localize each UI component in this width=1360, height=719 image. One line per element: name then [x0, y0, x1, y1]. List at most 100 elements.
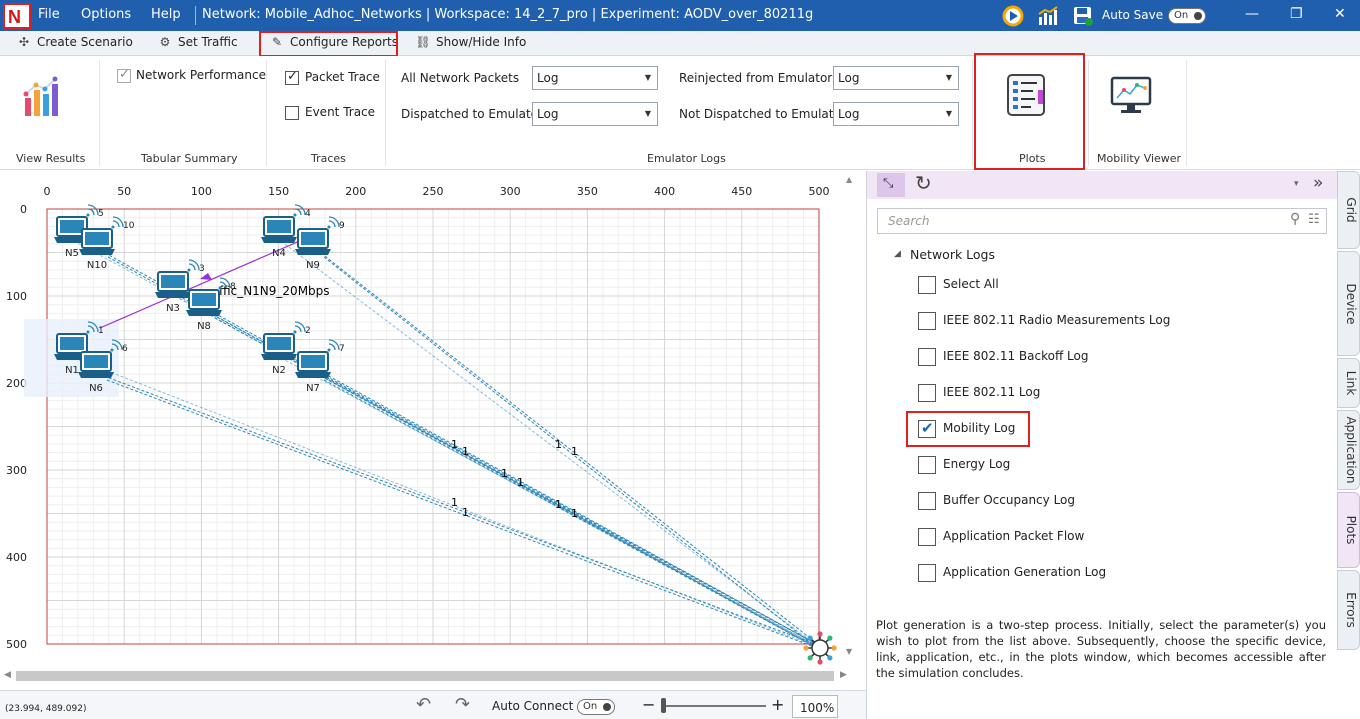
zoom-slider-handle[interactable]	[661, 698, 666, 713]
node-id-label: 9	[339, 221, 345, 231]
grid-surface[interactable]: 0 50 100 150 200 250 300 350 400 450 500 0 100 200 300…	[0, 171, 843, 667]
x-tick-label: 500	[809, 185, 830, 198]
search-icon[interactable]: ⚲	[1290, 211, 1300, 227]
traces-label: Traces	[311, 152, 346, 165]
list-cut-off-item	[918, 603, 1218, 608]
create-scenario-button[interactable]: ✣ Create Scenario	[16, 35, 133, 49]
menu-options[interactable]: Options	[81, 7, 131, 22]
view-results-icon[interactable]	[22, 76, 66, 120]
ribbon: View Results Network Performance Tabular…	[0, 56, 1360, 170]
tree-collapse-icon[interactable]: ◢	[894, 249, 901, 259]
auto-connect-toggle[interactable]: On	[577, 699, 615, 715]
log-item-checkbox[interactable]	[918, 384, 936, 402]
tab-application[interactable]: Application	[1337, 410, 1360, 490]
autosave-label: Auto Save	[1102, 8, 1164, 22]
x-tick-label: 150	[268, 185, 289, 198]
title-bar: N File Options Help Network: Mobile_Adho…	[0, 0, 1360, 31]
reinjected-from-emulator-select[interactable]: Log ▼	[833, 66, 959, 90]
laptop-node[interactable]	[295, 216, 340, 255]
collapse-button[interactable]: ⤡	[877, 173, 905, 197]
save-icon[interactable]	[1072, 5, 1094, 27]
minimize-icon[interactable]: —	[1245, 6, 1259, 22]
tab-grid[interactable]: Grid	[1337, 171, 1360, 249]
menu-file[interactable]: File	[38, 7, 60, 22]
y-tick-label: 500	[6, 638, 27, 651]
packet-trace-checkbox[interactable]	[285, 69, 299, 85]
canvas-vertical-scrollbar[interactable]: ▲ ▼	[843, 171, 859, 661]
refresh-icon[interactable]: ↻	[915, 171, 932, 195]
tab-errors[interactable]: Errors	[1337, 570, 1360, 650]
x-tick-label: 200	[345, 185, 366, 198]
link-label: 1	[462, 445, 469, 458]
zoom-in-icon[interactable]: +	[771, 695, 784, 714]
not-dispatched-to-emulator-select[interactable]: Log ▼	[833, 102, 959, 126]
link-label: 1	[555, 498, 562, 511]
log-item-checkbox[interactable]	[918, 528, 936, 546]
node-id-label: 2	[305, 326, 311, 336]
set-traffic-button[interactable]: ⚙ Set Traffic	[157, 35, 238, 49]
x-tick-label: 100	[191, 185, 212, 198]
redo-icon[interactable]: ↷	[455, 694, 470, 715]
canvas-horizontal-scrollbar[interactable]: ◀ ▶	[0, 668, 866, 684]
menu-help[interactable]: Help	[151, 7, 181, 22]
log-item-checkbox[interactable]	[918, 492, 936, 510]
node-name-label: N10	[87, 260, 107, 271]
link-label: 1	[501, 467, 508, 480]
run-simulation-icon[interactable]	[1002, 5, 1024, 27]
dispatched-to-emulator-select[interactable]: Log ▼	[532, 102, 658, 126]
panel-menu-icon[interactable]: ▾	[1294, 179, 1299, 189]
log-item-checkbox[interactable]	[918, 276, 936, 294]
x-tick-label: 50	[117, 185, 131, 198]
node-id-label: 8	[230, 282, 236, 292]
panel-header: ⤡ ↻ ▾ »	[867, 171, 1337, 199]
restore-icon[interactable]: ❐	[1290, 6, 1303, 22]
y-tick-label: 200	[6, 377, 27, 390]
log-item-label: Energy Log	[943, 457, 1011, 471]
node-name-label: N2	[272, 365, 286, 376]
node-id-label: 5	[98, 209, 104, 219]
filter-settings-icon[interactable]: ☷	[1308, 212, 1320, 227]
analytics-icon[interactable]	[1037, 5, 1059, 27]
zoom-slider[interactable]	[662, 705, 766, 707]
log-item-checkbox[interactable]	[918, 312, 936, 330]
tab-plots[interactable]: Plots	[1337, 492, 1360, 568]
autosave-toggle[interactable]: On	[1168, 8, 1206, 24]
highlight-configure-reports	[259, 31, 398, 57]
show-hide-info-button[interactable]: ⛓ Show/Hide Info	[415, 35, 526, 49]
dispatched-to-emulator-label: Dispatched to Emulator	[401, 107, 543, 121]
window-title: Network: Mobile_Adhoc_Networks | Workspa…	[202, 7, 814, 22]
log-item-label: IEEE 802.11 Backoff Log	[943, 349, 1089, 363]
x-tick-label: 450	[731, 185, 752, 198]
log-item-label: IEEE 802.11 Radio Measurements Log	[943, 313, 1171, 327]
reinjected-from-emulator-label: Reinjected from Emulator	[679, 71, 833, 85]
node-id-label: 10	[123, 221, 135, 231]
tabular-summary-label: Tabular Summary	[141, 152, 238, 165]
network-performance-checkbox[interactable]	[117, 67, 131, 83]
app-logo-icon[interactable]: N	[3, 3, 31, 29]
log-item-checkbox[interactable]	[918, 348, 936, 366]
laptop-node[interactable]	[295, 339, 340, 378]
horizontal-scroll-thumb[interactable]	[16, 671, 834, 681]
node-name-label: N5	[65, 248, 79, 259]
access-point-hub-icon[interactable]	[803, 631, 837, 665]
network-canvas[interactable]: 0 50 100 150 200 250 300 350 400 450 500 0 100 200 300…	[0, 171, 866, 667]
x-tick-label: 400	[654, 185, 675, 198]
link-label: 1	[451, 496, 458, 509]
network-logs-tree-root[interactable]: Network Logs	[910, 247, 995, 262]
undo-icon[interactable]: ↶	[416, 694, 431, 715]
search-input[interactable]: Search ⚲ ☷	[877, 208, 1327, 234]
all-network-packets-select[interactable]: Log ▼	[532, 66, 658, 90]
log-item-checkbox[interactable]	[918, 564, 936, 582]
y-tick-label: 300	[6, 464, 27, 477]
collapse-icon: ⤡	[883, 176, 894, 191]
event-trace-checkbox[interactable]	[285, 106, 299, 120]
mobility-viewer-icon[interactable]	[1110, 76, 1154, 116]
node-name-label: N8	[197, 321, 211, 332]
zoom-out-icon[interactable]: −	[642, 695, 655, 714]
x-tick-label: 250	[423, 185, 444, 198]
close-icon[interactable]: ✕	[1334, 6, 1346, 22]
zoom-level-box[interactable]: 100%	[792, 695, 838, 718]
expand-panel-icon[interactable]: »	[1313, 173, 1323, 193]
link-label: 1	[571, 507, 578, 520]
log-item-checkbox[interactable]	[918, 456, 936, 474]
